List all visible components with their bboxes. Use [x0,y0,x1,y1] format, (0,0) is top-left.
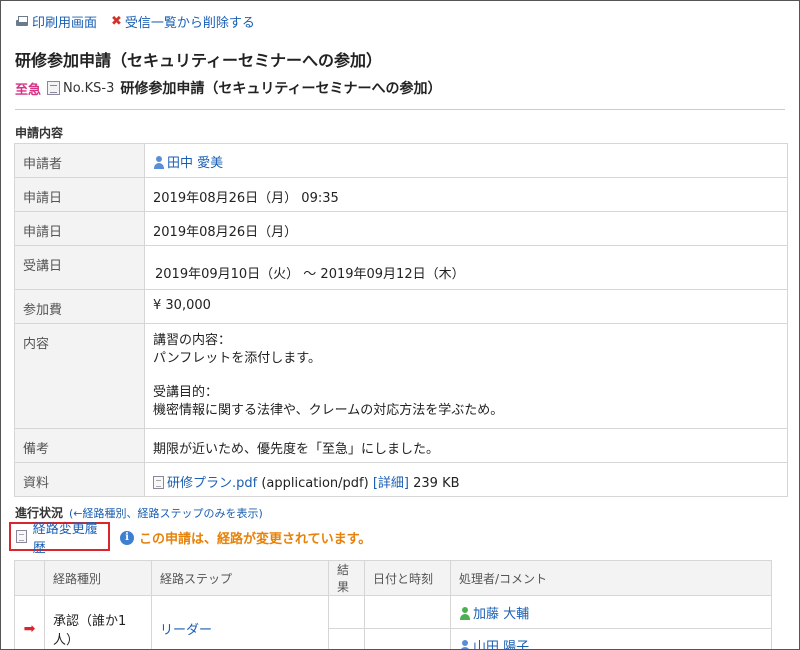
divider [15,109,785,110]
content-value: 講習の内容： パンフレットを添付します。 受講目的： 機密情報に関する法律や、ク… [144,323,788,429]
request-title: 研修参加申請（セキュリティーセミナーへの参加） [120,81,442,97]
application-window: 印刷用画面 ✖ 受信一覧から削除する 研修参加申請（セキュリティーセミナーへの参… [0,0,800,650]
content-line: パンフレットを添付します。 [153,351,321,366]
processor-name: 山田 陽子 [473,639,530,650]
content-line: 講習の内容： [153,333,232,348]
apply-date-value: 2019年08月26日（月） [144,211,788,246]
material-cell: 研修プラン.pdf (application/pdf) [詳細] 239 KB [144,462,788,497]
route-history-label: 経路変更履歴 [32,521,98,556]
route-table: 経路種別 経路ステップ 結果 日付と時刻 処理者/コメント ➡ 承認（誰か1人）… [14,560,772,650]
route-history-button[interactable]: 経路変更履歴 [9,522,110,556]
applicant-cell: 田中 愛美 [144,143,788,178]
current-step-cell: ➡ [14,595,45,649]
material-label: 資料 [14,462,145,497]
processor-name: 加藤 大輔 [473,606,530,622]
fee-value: ¥ 30,000 [144,289,788,324]
attachment-name: 研修プラン.pdf [167,476,258,491]
toolbar: 印刷用画面 ✖ 受信一覧から削除する [15,12,255,31]
attachment-detail-link[interactable]: [詳細] [373,476,409,491]
printer-icon [15,15,29,28]
content-label: 内容 [14,323,145,429]
delete-from-inbox-link[interactable]: ✖ 受信一覧から削除する [111,12,255,31]
current-step-arrow-icon: ➡ [23,620,36,637]
result-cell [328,628,365,649]
note-value: 期限が近いため、優先度を「至急」にしました。 [144,428,788,463]
memo-icon [47,81,61,95]
col-header-route-type: 経路種別 [44,560,152,596]
attachment-link[interactable]: 研修プラン.pdf [153,476,261,491]
col-header-route-step: 経路ステップ [151,560,329,596]
apply-datetime-label: 申請日 [14,177,145,212]
delete-x-icon: ✖ [111,14,122,29]
processor-link[interactable]: 山田 陽子 [459,639,530,650]
processor-cell: 加藤 大輔 [450,595,772,629]
attachment-type: (application/pdf) [261,476,369,491]
section-heading-content: 申請内容 [15,126,64,140]
document-number: No.KS-3 [63,80,115,96]
request-detail-table: 申請者 田中 愛美 申請日 2019年08月26日（月） 09:35 申請日 2… [14,143,788,497]
page-title: 研修参加申請（セキュリティーセミナーへの参加） [15,51,383,70]
route-step-link[interactable]: リーダー [160,623,212,638]
route-changed-notice: i この申請は、経路が変更されています。 [120,528,371,547]
info-icon: i [120,530,134,545]
delete-from-inbox-label: 受信一覧から削除する [124,16,255,31]
datetime-cell [364,595,451,629]
file-icon [153,476,164,489]
apply-datetime-value: 2019年08月26日（月） 09:35 [144,177,788,212]
attachment-size: 239 KB [413,476,460,491]
user-icon [459,606,471,620]
applicant-name: 田中 愛美 [167,156,224,171]
apply-date-label: 申請日 [14,211,145,246]
table-row: 参加費 ¥ 30,000 [14,289,788,324]
applicant-link[interactable]: 田中 愛美 [153,156,223,171]
col-header-status [14,560,45,596]
table-row: 申請日 2019年08月26日（月） 09:35 [14,177,788,212]
route-step-cell: リーダー [151,595,329,649]
table-row: 申請者 田中 愛美 [14,143,788,178]
course-date-value: 2019年09月10日（火） ～ 2019年09月12日（木） [144,245,788,290]
user-icon [459,639,471,649]
user-icon [153,156,165,169]
table-row: ➡ 承認（誰か1人） リーダー 加藤 大輔 [14,595,772,649]
col-header-processor: 処理者/コメント [450,560,772,596]
col-header-datetime: 日付と時刻 [364,560,451,596]
print-view-label: 印刷用画面 [32,16,98,31]
table-header-row: 経路種別 経路ステップ 結果 日付と時刻 処理者/コメント [14,560,772,596]
fee-label: 参加費 [14,289,145,324]
content-line: 受講目的： [153,385,219,400]
table-row: 受講日 2019年09月10日（火） ～ 2019年09月12日（木） [14,245,788,290]
content-line: 機密情報に関する法律や、クレームの対応方法を学ぶため。 [153,403,504,418]
table-row: 備考 期限が近いため、優先度を「至急」にしました。 [14,428,788,463]
datetime-cell [364,628,451,649]
applicant-label: 申請者 [14,143,145,178]
processor-link[interactable]: 加藤 大輔 [459,606,530,622]
document-icon [16,530,27,543]
table-row: 資料 研修プラン.pdf (application/pdf) [詳細] 239 … [14,462,788,497]
priority-badge: 至急 [15,82,42,98]
course-date-label: 受講日 [14,245,145,290]
col-header-result: 結果 [328,560,365,596]
note-label: 備考 [14,428,145,463]
result-cell [328,595,365,629]
print-view-link[interactable]: 印刷用画面 [15,12,97,31]
notice-text: この申請は、経路が変更されています。 [139,532,372,547]
table-row: 申請日 2019年08月26日（月） [14,211,788,246]
route-type-value: 承認（誰か1人） [44,595,152,649]
request-header: 至急 No.KS-3 研修参加申請（セキュリティーセミナーへの参加） [15,78,442,98]
table-row: 内容 講習の内容： パンフレットを添付します。 受講目的： 機密情報に関する法律… [14,323,788,429]
processor-cell: 山田 陽子 [450,628,772,650]
